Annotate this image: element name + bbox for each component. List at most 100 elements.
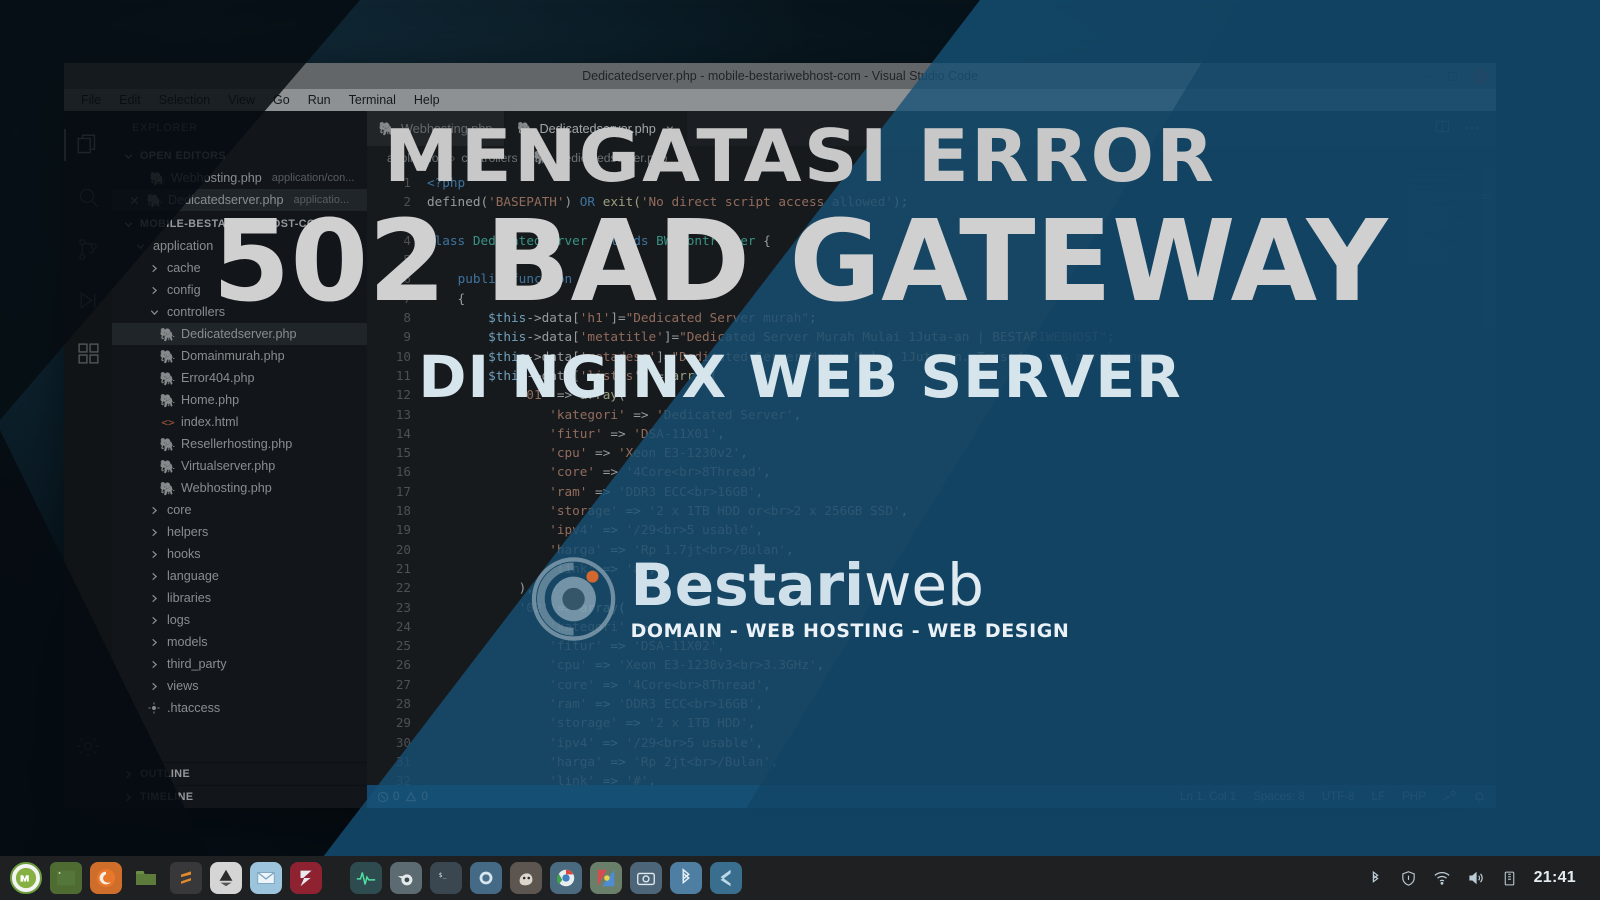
sublime-text-icon[interactable]: [170, 862, 202, 894]
section-outline[interactable]: OUTLINE: [112, 762, 367, 785]
tree-folder[interactable]: controllers: [112, 301, 367, 323]
photo-editor-icon[interactable]: [590, 862, 622, 894]
tree-file[interactable]: 🐘 Home.php: [112, 389, 367, 411]
explorer-tree[interactable]: OPEN EDITORS 🐘 Webhosting.php applicatio…: [112, 145, 367, 762]
code-line[interactable]: 'fitur' => 'DSA-11X02',: [427, 636, 1496, 655]
vscode-icon[interactable]: [710, 862, 742, 894]
open-editor-dedicatedserver[interactable]: 🐘 Dedicatedserver.php applicatio...: [112, 189, 367, 211]
chrome-icon[interactable]: [550, 862, 582, 894]
code-line[interactable]: [427, 250, 1496, 269]
menu-run[interactable]: Run: [299, 92, 340, 108]
code-line[interactable]: ),: [427, 578, 1496, 597]
status-indentation[interactable]: Spaces: 8: [1253, 790, 1305, 803]
status-eol[interactable]: LF: [1372, 790, 1386, 803]
close-icon[interactable]: [126, 192, 142, 208]
code-line[interactable]: 'ipv4' => '/29<br>5 usable',: [427, 733, 1496, 752]
code-line[interactable]: 'ram' => 'DDR3 ECC<br>16GB',: [427, 482, 1496, 501]
tree-folder[interactable]: views: [112, 675, 367, 697]
bluetooth-icon[interactable]: [1367, 870, 1384, 887]
code-line[interactable]: 'core' => '4Core<br>8Thread',: [427, 675, 1496, 694]
breadcrumb-item-file[interactable]: Dedicatedserver.php: [556, 151, 668, 165]
tree-file[interactable]: 🐘 Webhosting.php: [112, 477, 367, 499]
code-line[interactable]: defined('BASEPATH') OR exit('No direct s…: [427, 192, 1496, 211]
camera-app-icon[interactable]: [470, 862, 502, 894]
code-line[interactable]: 'harga' => 'Rp 1.7jt<br>/Bulan',: [427, 540, 1496, 559]
tree-folder[interactable]: logs: [112, 609, 367, 631]
tree-folder[interactable]: libraries: [112, 587, 367, 609]
section-open-editors[interactable]: OPEN EDITORS: [112, 145, 367, 167]
menu-help[interactable]: Help: [405, 92, 449, 108]
breadcrumb-item-controllers[interactable]: controllers: [461, 151, 517, 165]
minimize-icon[interactable]: [1419, 70, 1432, 83]
settings-gear-icon[interactable]: [64, 720, 112, 772]
tree-folder[interactable]: config: [112, 279, 367, 301]
section-project[interactable]: MOBILE-BESTARIWEBHOST-COM: [112, 213, 367, 235]
system-monitor-icon[interactable]: [350, 862, 382, 894]
code-line[interactable]: '02' => array(: [427, 598, 1496, 617]
code-line[interactable]: [427, 212, 1496, 231]
menu-selection[interactable]: Selection: [150, 92, 219, 108]
code-line[interactable]: 'ram' => 'DDR3 ECC<br>16GB',: [427, 694, 1496, 713]
code-line[interactable]: $this->data['metadesc']="Dedicated Serve…: [427, 347, 1496, 366]
code-editor[interactable]: 1 2 3 4 5 6 7 8 9 10 11 12 13 14 15 16 17 18 19 20 21 22 23 24 2…: [367, 169, 1496, 785]
status-errors[interactable]: 0: [377, 790, 399, 803]
tree-file[interactable]: 🐘 Dedicatedserver.php: [112, 323, 367, 345]
screenshot-icon[interactable]: [630, 862, 662, 894]
menu-view[interactable]: View: [219, 92, 264, 108]
tree-folder[interactable]: helpers: [112, 521, 367, 543]
explorer-icon[interactable]: [64, 119, 112, 171]
tree-file[interactable]: <> index.html: [112, 411, 367, 433]
file-manager-icon[interactable]: [130, 862, 162, 894]
battery-icon[interactable]: [1501, 870, 1518, 887]
code-line[interactable]: $this->data['metatitle']="Dedicated Serv…: [427, 327, 1496, 346]
mail-icon[interactable]: [250, 862, 282, 894]
tree-folder[interactable]: models: [112, 631, 367, 653]
menu-edit[interactable]: Edit: [110, 92, 150, 108]
code-line[interactable]: 'link' => '#',: [427, 771, 1496, 785]
smiley-icon[interactable]: [1443, 790, 1456, 803]
more-actions-icon[interactable]: ⋯: [1464, 120, 1480, 137]
filezilla-icon[interactable]: [290, 862, 322, 894]
split-editor-icon[interactable]: [1435, 119, 1450, 139]
tree-folder[interactable]: core: [112, 499, 367, 521]
code-line[interactable]: class Dedicatedserver extends BW_Control…: [427, 231, 1496, 250]
tab-webhosting[interactable]: 🐘 Webhosting.php: [367, 111, 506, 146]
tree-folder[interactable]: third_party: [112, 653, 367, 675]
code-line[interactable]: 'cpu' => 'Xeon E3-1230v2',: [427, 443, 1496, 462]
wifi-icon[interactable]: [1433, 869, 1451, 887]
section-timeline[interactable]: TIMELINE: [112, 785, 367, 808]
volume-icon[interactable]: [1467, 869, 1485, 887]
editor-scrollbar[interactable]: [1482, 169, 1496, 785]
code-line[interactable]: $this->data['listds'] = array(: [427, 366, 1496, 385]
taskbar-clock[interactable]: 21:41: [1534, 869, 1576, 887]
tree-folder[interactable]: application: [112, 235, 367, 257]
firefox-icon[interactable]: [90, 862, 122, 894]
tree-file[interactable]: 🐘 Resellerhosting.php: [112, 433, 367, 455]
open-editor-webhosting[interactable]: 🐘 Webhosting.php application/con...: [112, 167, 367, 189]
tree-file[interactable]: 🐘 Error404.php: [112, 367, 367, 389]
scrollbar-thumb[interactable]: [1482, 169, 1496, 329]
code-line[interactable]: 'ipv4' => '/29<br>5 usable',: [427, 520, 1496, 539]
code-line[interactable]: 'kategori' => '',: [427, 617, 1496, 636]
code-line[interactable]: '01' => array(: [427, 385, 1496, 404]
code-line[interactable]: 'storage' => '2 x 1TB HDD or<br>2 x 256G…: [427, 501, 1496, 520]
code-line[interactable]: 'harga' => 'Rp 2jt<br>/Bulan',: [427, 752, 1496, 771]
tab-dedicatedserver[interactable]: 🐘 Dedicatedserver.php ×: [505, 111, 688, 146]
tree-file[interactable]: .htaccess: [112, 697, 367, 719]
tree-folder[interactable]: cache: [112, 257, 367, 279]
inkscape-icon[interactable]: [210, 862, 242, 894]
shield-icon[interactable]: [1400, 870, 1417, 887]
menu-go[interactable]: Go: [264, 92, 299, 108]
code-line[interactable]: <?php: [427, 173, 1496, 192]
bluetooth-app-icon[interactable]: [670, 862, 702, 894]
blender-icon[interactable]: [390, 862, 422, 894]
tree-file[interactable]: 🐘 Domainmurah.php: [112, 345, 367, 367]
code-line[interactable]: 'cpu' => 'Xeon E3-1230v3<br>3.3GHz',: [427, 655, 1496, 674]
menu-file[interactable]: File: [72, 92, 110, 108]
tree-folder[interactable]: hooks: [112, 543, 367, 565]
code-line[interactable]: 'core' => '4Core<br>8Thread',: [427, 462, 1496, 481]
maximize-icon[interactable]: [1446, 70, 1459, 83]
code-line[interactable]: public function index(): [427, 269, 1496, 288]
source-control-icon[interactable]: [64, 223, 112, 275]
menu-terminal[interactable]: Terminal: [340, 92, 405, 108]
